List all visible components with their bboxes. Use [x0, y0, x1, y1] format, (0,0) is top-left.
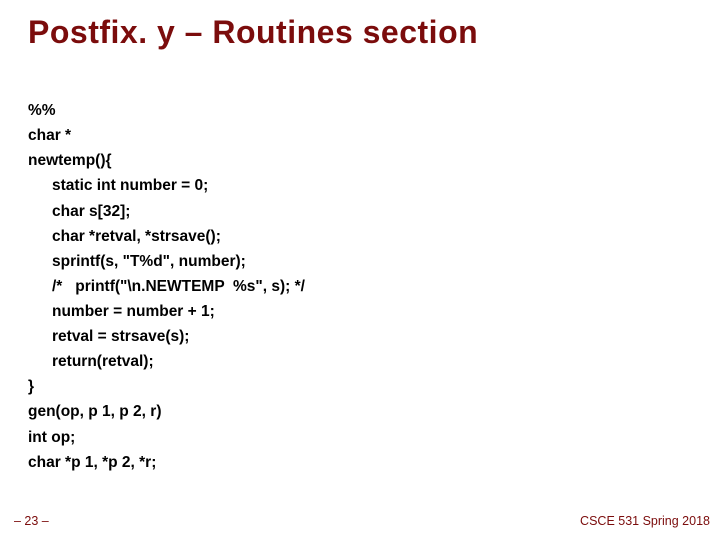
- code-line: retval = strsave(s);: [28, 324, 189, 349]
- slide-title: Postfix. y – Routines section: [28, 14, 692, 51]
- code-line: %%: [28, 102, 56, 119]
- slide: Postfix. y – Routines section %% char * …: [0, 0, 720, 540]
- code-line: gen(op, p 1, p 2, r): [28, 403, 161, 420]
- code-line: char s[32];: [28, 199, 130, 224]
- code-line: char *p 1, *p 2, *r;: [28, 454, 156, 471]
- code-line: char *retval, *strsave();: [28, 224, 221, 249]
- code-line: char *: [28, 127, 71, 144]
- code-line: /* printf("\n.NEWTEMP %s", s); */: [28, 274, 305, 299]
- code-line: }: [28, 378, 34, 395]
- course-label: CSCE 531 Spring 2018: [580, 514, 710, 528]
- code-line: int op;: [28, 429, 75, 446]
- code-block: %% char * newtemp(){ static int number =…: [28, 73, 692, 475]
- code-line: sprintf(s, "T%d", number);: [28, 249, 246, 274]
- code-line: number = number + 1;: [28, 299, 215, 324]
- code-line: newtemp(){: [28, 152, 112, 169]
- page-number: – 23 –: [14, 514, 49, 528]
- code-line: return(retval);: [28, 349, 154, 374]
- code-line: static int number = 0;: [28, 173, 208, 198]
- footer: – 23 – CSCE 531 Spring 2018: [0, 514, 720, 528]
